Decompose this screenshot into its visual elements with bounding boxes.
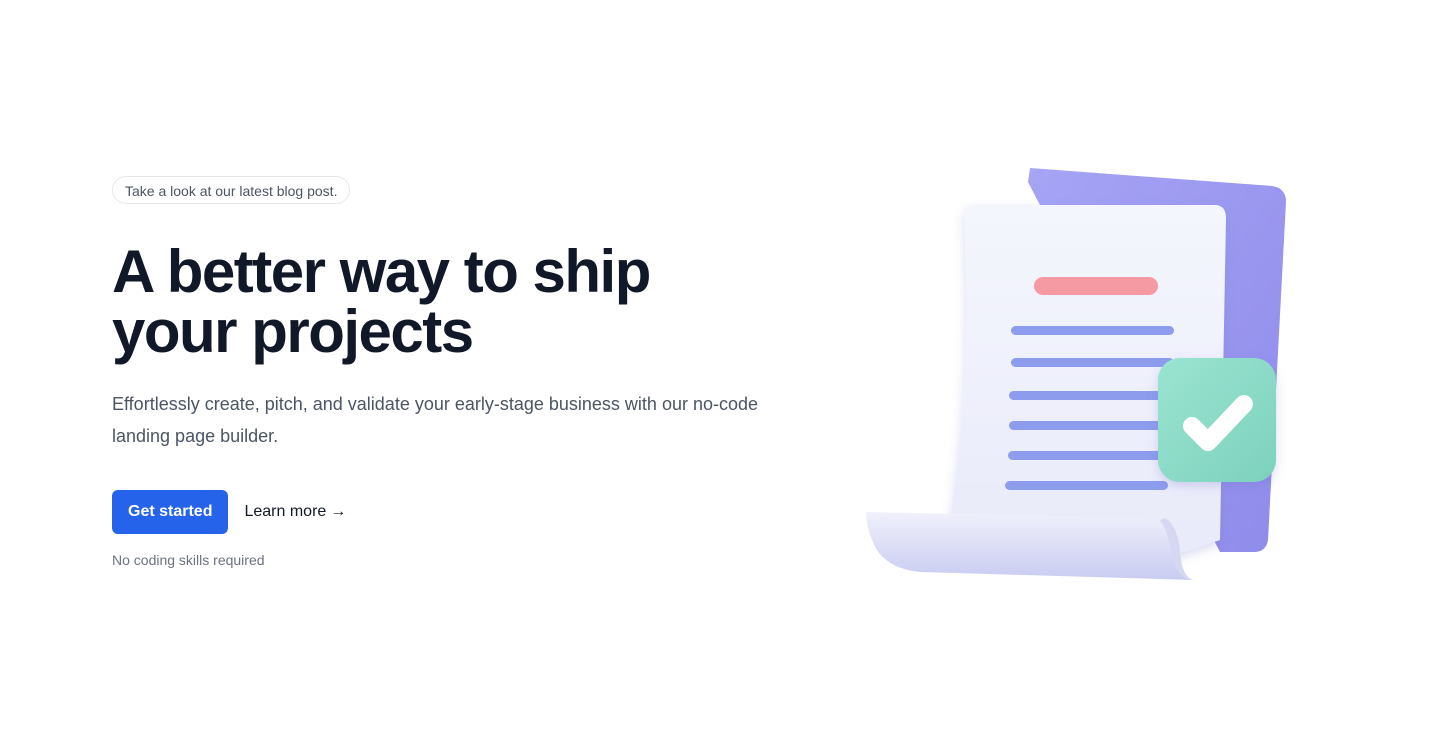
text-line [1009, 421, 1172, 430]
text-line [1005, 481, 1168, 490]
blog-post-link[interactable]: Take a look at our latest blog post. [112, 176, 351, 204]
learn-more-label: Learn more [244, 503, 327, 520]
text-line [1011, 358, 1174, 367]
hero-content: Take a look at our latest blog post. A b… [112, 176, 792, 568]
landing-page: Take a look at our latest blog post. A b… [0, 0, 1440, 749]
get-started-button[interactable]: Get started [112, 490, 229, 534]
title-bar [1034, 277, 1158, 295]
paper-curl [866, 512, 1194, 580]
hero-subtext: Effortlessly create, pitch, and validate… [112, 394, 759, 446]
text-line [1011, 326, 1174, 335]
no-coding-note: No coding skills required [112, 552, 265, 568]
document-illustration [866, 168, 1286, 580]
hero-headline: A better way to ship your projects [112, 238, 651, 365]
text-line [1008, 451, 1171, 460]
cta-row: Get started Learn more → [112, 490, 792, 534]
learn-more-link[interactable]: Learn more → [244, 503, 346, 521]
text-line [1009, 391, 1172, 400]
arrow-right-icon: → [330, 503, 347, 520]
